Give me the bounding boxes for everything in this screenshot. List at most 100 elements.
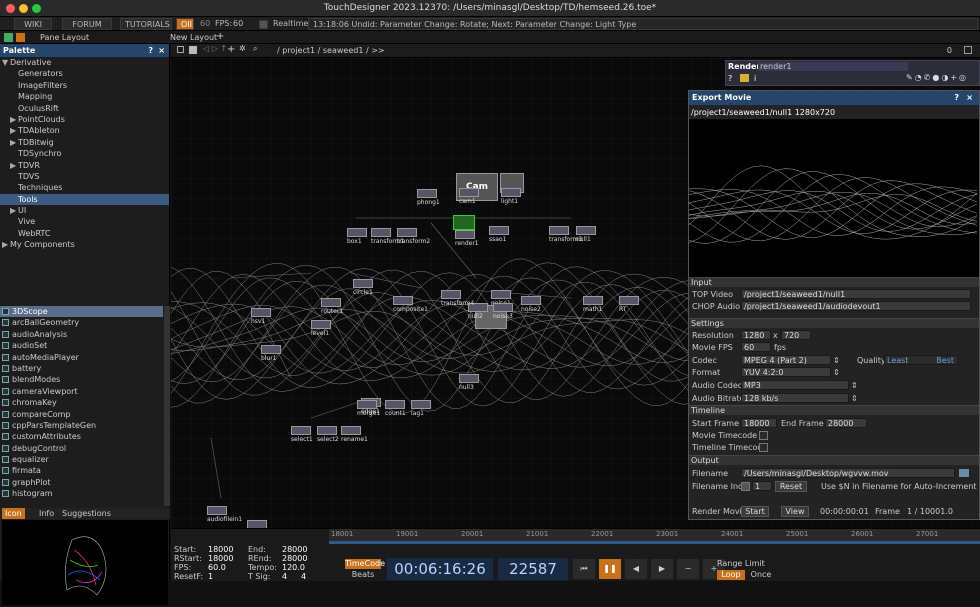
tree-item[interactable]: ▶ My Components: [0, 239, 169, 250]
operator-node[interactable]: [357, 400, 377, 409]
resolution-height-field[interactable]: 720: [781, 330, 811, 340]
render-node[interactable]: [453, 215, 475, 230]
pause-icon[interactable]: ❚❚: [599, 559, 621, 579]
filename-inc-checkbox[interactable]: [741, 482, 750, 491]
operator-node[interactable]: [417, 189, 437, 198]
component-item[interactable]: debugControl: [0, 443, 163, 454]
tree-item[interactable]: TDVS: [0, 171, 169, 182]
help-icon[interactable]: ?: [728, 74, 732, 83]
tree-item[interactable]: Generators: [0, 68, 169, 79]
new-layout-tab[interactable]: New Layout: [170, 32, 217, 43]
start-value[interactable]: 18000: [208, 545, 233, 554]
frame-display[interactable]: 22587: [498, 558, 568, 580]
rstart-value[interactable]: 18000: [208, 554, 233, 563]
component-item[interactable]: cppParsTemplateGen: [0, 420, 163, 431]
tempo-value[interactable]: 120.0: [282, 563, 305, 572]
operator-node[interactable]: [491, 290, 511, 299]
tree-item[interactable]: ▶ TDBitwig: [0, 137, 169, 148]
render-tools-icons[interactable]: ✎◔✆●◑+◎: [906, 73, 968, 82]
search-icon[interactable]: ⌕: [253, 44, 257, 54]
filename-inc-field[interactable]: 1: [752, 481, 772, 491]
audio-bitrate-dropdown-icon[interactable]: ⇕: [851, 393, 858, 404]
operator-node[interactable]: [341, 426, 361, 435]
end-value[interactable]: 28000: [282, 545, 307, 554]
component-item[interactable]: arcBallGeometry: [0, 317, 163, 328]
stop-icon[interactable]: [189, 46, 197, 54]
chop-audio-field[interactable]: /project1/seaweed1/audiodevout1: [741, 301, 971, 311]
viewer-icon[interactable]: [177, 46, 184, 53]
component-item[interactable]: cameraViewport: [0, 386, 163, 397]
tutorials-button[interactable]: TUTORIALS: [120, 18, 172, 30]
component-item[interactable]: autoMediaPlayer: [0, 352, 163, 363]
tree-item[interactable]: Tools: [0, 193, 169, 206]
component-item[interactable]: equalizer: [0, 454, 163, 465]
component-item[interactable]: audioSet: [0, 340, 163, 351]
operator-node[interactable]: [311, 320, 331, 329]
tree-item[interactable]: WebRTC: [0, 228, 169, 239]
component-list-scrollbar[interactable]: [164, 306, 170, 506]
timecode-toggle[interactable]: TimeCode: [345, 559, 385, 569]
operator-node[interactable]: [459, 374, 479, 383]
tree-item[interactable]: ImageFilters: [0, 80, 169, 91]
tree-caret-icon[interactable]: ▶: [10, 114, 18, 125]
view-button[interactable]: View: [781, 506, 809, 517]
operator-node[interactable]: [393, 296, 413, 305]
tree-item[interactable]: Techniques: [0, 182, 169, 193]
tree-caret-icon[interactable]: ▼: [2, 57, 10, 68]
operator-node[interactable]: [459, 188, 479, 197]
component-item[interactable]: 3DScope: [0, 306, 163, 318]
maximize-icon[interactable]: [964, 46, 972, 54]
loop-toggle[interactable]: Loop: [717, 570, 745, 580]
layout-icon[interactable]: [16, 33, 25, 42]
tsig-numerator[interactable]: 4: [282, 572, 287, 581]
operator-node[interactable]: [347, 228, 367, 237]
wiki-button[interactable]: WIKI: [14, 18, 52, 30]
timecode-display[interactable]: 00:06:16:26: [387, 558, 493, 580]
component-item[interactable]: chromaKey: [0, 397, 163, 408]
operator-node[interactable]: [549, 226, 569, 235]
tree-item[interactable]: ▶ PointClouds: [0, 114, 169, 125]
folder-icon[interactable]: [740, 74, 749, 82]
operator-node[interactable]: [583, 296, 603, 305]
audio-bitrate-select[interactable]: 128 kb/s: [741, 393, 849, 403]
realtime-checkbox[interactable]: [259, 20, 268, 29]
operator-node[interactable]: [397, 228, 417, 237]
operator-node[interactable]: [576, 226, 596, 235]
operator-node[interactable]: [455, 230, 475, 239]
render-name-field[interactable]: render1: [758, 62, 908, 71]
operator-node[interactable]: [251, 308, 271, 317]
rend-value[interactable]: 28000: [282, 554, 307, 563]
start-frame-field[interactable]: 18000: [741, 418, 777, 428]
info-icon[interactable]: i: [754, 74, 756, 83]
component-item[interactable]: histogram: [0, 488, 163, 499]
timeline-timecode-checkbox[interactable]: [759, 443, 768, 452]
operator-node[interactable]: [371, 228, 391, 237]
minus-icon[interactable]: −: [677, 559, 699, 579]
operator-node[interactable]: [353, 279, 373, 288]
tab-info[interactable]: Info: [36, 508, 57, 519]
tab-suggestions[interactable]: Suggestions: [59, 508, 114, 519]
operator-node[interactable]: [489, 226, 509, 235]
component-item[interactable]: compareComp: [0, 409, 163, 420]
movie-timecode-checkbox[interactable]: [759, 431, 768, 440]
top-video-field[interactable]: /project1/seaweed1/null1: [741, 289, 971, 299]
tree-caret-icon[interactable]: ▶: [10, 125, 18, 136]
zoom-window-button[interactable]: [32, 4, 41, 13]
once-toggle[interactable]: Once: [747, 570, 775, 580]
tree-item[interactable]: TDSynchro: [0, 148, 169, 159]
filename-field[interactable]: /Users/minasgl/Desktop/wgvvw.mov: [741, 468, 955, 478]
tsig-denominator[interactable]: 4: [301, 572, 306, 581]
component-item[interactable]: audioAnalysis: [0, 329, 163, 340]
add-pane-icon[interactable]: +: [216, 31, 224, 43]
forum-button[interactable]: FORUM: [62, 18, 112, 30]
network-path[interactable]: / project1 / seaweed1 / >>: [277, 45, 385, 56]
end-frame-field[interactable]: 28000: [825, 418, 867, 428]
tree-item[interactable]: Vive: [0, 216, 169, 227]
minimize-window-button[interactable]: [19, 4, 28, 13]
oii-indicator[interactable]: OII: [176, 18, 194, 30]
start-button[interactable]: Start: [741, 506, 769, 517]
beats-toggle[interactable]: Beats: [345, 570, 381, 580]
back-icon[interactable]: ◁ ▷ ↑: [203, 44, 227, 53]
component-item[interactable]: firmata: [0, 465, 163, 476]
tree-item[interactable]: ▼ Derivative: [0, 57, 169, 68]
